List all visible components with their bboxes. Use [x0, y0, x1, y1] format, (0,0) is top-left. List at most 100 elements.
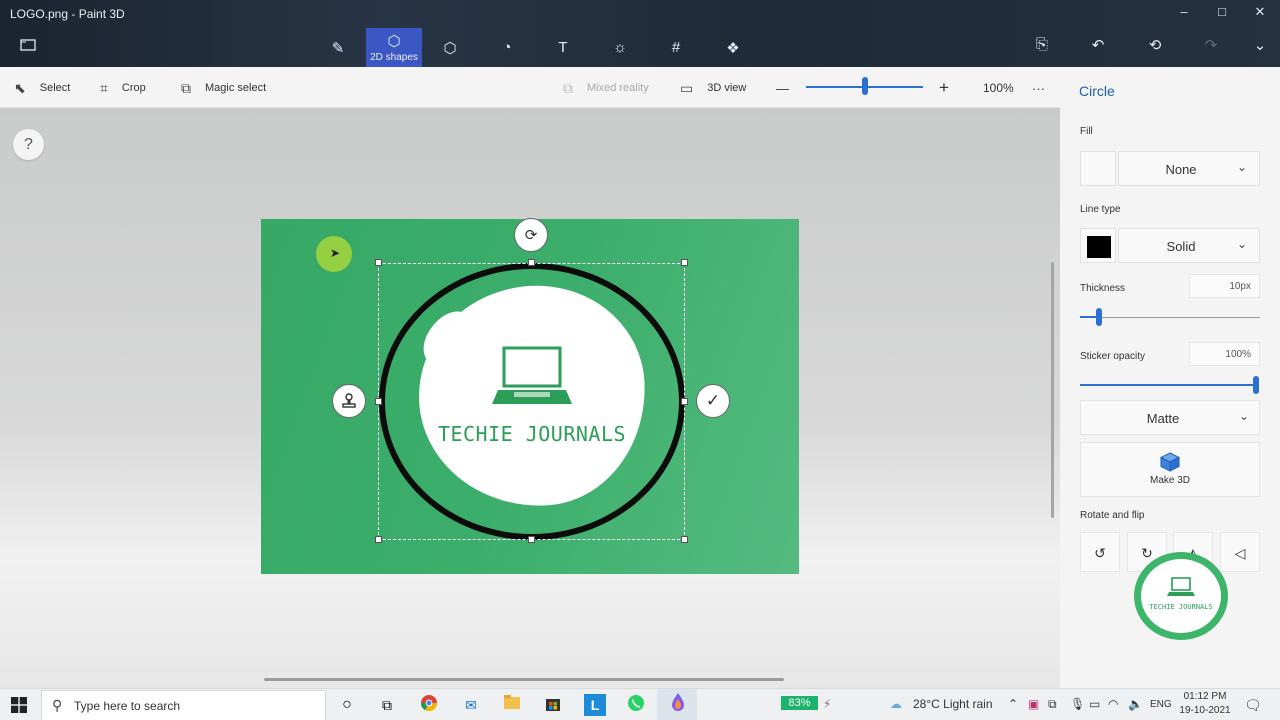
resize-handle-bottom[interactable] [528, 536, 535, 543]
tool-text[interactable]: T [535, 28, 591, 67]
select-button[interactable]: ⬉ Select [14, 78, 70, 98]
line-color-swatch[interactable] [1080, 228, 1116, 263]
clock[interactable]: 01:12 PM 19-10-2021 [1176, 690, 1234, 718]
clock-date: 19-10-2021 [1179, 705, 1231, 716]
resize-handle-left[interactable] [375, 398, 382, 405]
tray-network-icon[interactable]: ⧉ [1048, 697, 1057, 712]
resize-handle-right[interactable] [681, 398, 688, 405]
more-options-button[interactable]: ··· [1032, 78, 1045, 98]
tool-effects[interactable]: ☼ [592, 28, 648, 67]
maximize-button[interactable]: □ [1204, 4, 1240, 24]
battery-icon[interactable]: ▭ [1089, 697, 1100, 711]
undo-icon[interactable]: ↶ [1084, 36, 1112, 58]
3d-view-label: 3D view [707, 82, 747, 94]
minimize-button[interactable]: – [1166, 4, 1202, 24]
thickness-label: Thickness [1080, 283, 1126, 294]
menu-folder-icon[interactable] [20, 38, 38, 54]
search-placeholder: Type here to search [74, 699, 181, 713]
file-explorer-icon[interactable] [501, 694, 523, 716]
chevron-down-icon: ⌄ [1236, 237, 1247, 251]
redo-icon[interactable]: ↷ [1197, 36, 1225, 58]
horizontal-scrollbar[interactable] [264, 678, 784, 681]
zoom-out-button[interactable]: — [776, 78, 789, 98]
flip-horizontal-icon[interactable]: ◁ [1220, 532, 1260, 572]
tool-brushes[interactable]: ✎ [310, 28, 366, 67]
battery-indicator[interactable]: 83% [781, 696, 818, 710]
help-button[interactable]: ? [13, 129, 44, 160]
weather-text[interactable]: 28°C Light rain [913, 697, 993, 711]
selection-box[interactable] [378, 263, 685, 540]
tool-3d-library[interactable]: ❖ [705, 28, 761, 67]
expand-chevron-icon[interactable]: ⌄ [1246, 36, 1274, 58]
fill-color-swatch[interactable] [1080, 151, 1116, 186]
rotate-left-icon[interactable]: ↺ [1080, 532, 1120, 572]
stamp-icon[interactable] [332, 384, 366, 418]
resize-handle-top-left[interactable] [375, 259, 382, 266]
badge-text: TECHIE JOURNALS [1149, 603, 1213, 611]
select-label: Select [39, 82, 71, 94]
brush-icon: ✎ [331, 39, 345, 57]
chrome-icon[interactable] [418, 694, 440, 716]
line-type-dropdown[interactable]: Solid ⌄ [1118, 228, 1260, 263]
2d-shapes-icon: ⬡ [387, 33, 401, 50]
clock-time: 01:12 PM [1183, 691, 1227, 702]
window-title: LOGO.png - Paint 3D [10, 7, 125, 21]
opacity-slider-fill[interactable] [1080, 384, 1258, 386]
mixed-reality-icon: ⧉ [563, 79, 573, 96]
microphone-icon[interactable]: 🎙 [1070, 697, 1085, 711]
tray-expand-icon[interactable]: ⌃ [1008, 697, 1018, 711]
taskbar: ⚲ Type here to search ○ ⧉ ✉ L [0, 688, 1280, 720]
language-indicator[interactable]: ENG [1150, 699, 1172, 710]
tray-app-icon[interactable]: ▣ [1028, 697, 1039, 711]
mail-icon[interactable]: ✉ [460, 694, 482, 716]
resize-handle-top[interactable] [528, 259, 535, 266]
panel-title: Circle [1079, 83, 1115, 99]
paint3d-icon[interactable] [667, 692, 689, 714]
volume-icon[interactable]: 🔈 [1128, 697, 1143, 711]
store-icon[interactable] [542, 694, 564, 716]
zoom-in-button[interactable]: + [939, 78, 949, 98]
badge-laptop-icon [1167, 576, 1195, 603]
resize-handle-top-right[interactable] [681, 259, 688, 266]
vertical-scrollbar[interactable] [1051, 262, 1054, 518]
fill-dropdown[interactable]: None ⌄ [1118, 151, 1260, 186]
rotate-handle-icon[interactable]: ⟳ [514, 218, 548, 252]
resize-handle-bottom-right[interactable] [681, 536, 688, 543]
magic-select-button[interactable]: ⧉ Magic select [181, 78, 266, 98]
opacity-slider-thumb[interactable] [1253, 376, 1259, 394]
3d-shapes-icon: ⬡ [443, 39, 457, 57]
thickness-slider-thumb[interactable] [1096, 308, 1102, 326]
wifi-icon[interactable]: ◠ [1108, 697, 1118, 711]
zoom-slider-thumb[interactable] [862, 77, 868, 95]
opacity-input[interactable]: 100% [1189, 342, 1260, 366]
thickness-input[interactable]: 10px [1189, 274, 1260, 298]
whatsapp-icon[interactable] [625, 694, 647, 716]
thickness-slider-track[interactable] [1080, 317, 1260, 318]
finish-dropdown[interactable]: Matte ⌄ [1080, 400, 1260, 435]
tool-2d-shapes[interactable]: ⬡ 2D shapes [366, 28, 422, 67]
task-view-icon[interactable]: ⧉ [376, 694, 398, 716]
close-button[interactable]: ✕ [1242, 4, 1278, 24]
3d-view-button[interactable]: ▭ 3D view [680, 78, 746, 98]
magic-select-icon: ⧉ [181, 79, 191, 96]
history-icon[interactable]: ⟲ [1141, 36, 1169, 58]
zoom-level: 100% [983, 81, 1014, 95]
make-3d-button[interactable]: Make 3D [1080, 442, 1260, 497]
tool-3d-shapes[interactable]: ⬡ [422, 28, 478, 67]
taskbar-search-input[interactable]: ⚲ Type here to search [41, 690, 326, 720]
tool-stickers[interactable]: ◔ [479, 28, 535, 67]
mixed-reality-button[interactable]: ⧉ Mixed reality [563, 78, 649, 98]
rotate-flip-label: Rotate and flip [1080, 510, 1145, 521]
windows-start-icon[interactable] [11, 697, 27, 713]
cortana-icon[interactable]: ○ [336, 694, 358, 716]
paste-icon[interactable]: ⎘ [1028, 36, 1056, 58]
finish-value: Matte [1146, 411, 1180, 426]
weather-icon: ☁ [890, 697, 902, 711]
mouse-cursor-icon: ➤ [330, 246, 341, 260]
commit-check-icon[interactable]: ✓ [696, 384, 730, 418]
tool-canvas[interactable]: # [648, 28, 704, 67]
resize-handle-bottom-left[interactable] [375, 536, 382, 543]
crop-button[interactable]: ⌗ Crop [100, 78, 146, 98]
l-app-icon[interactable]: L [584, 694, 606, 716]
notifications-icon[interactable]: 🗨 [1244, 697, 1262, 714]
